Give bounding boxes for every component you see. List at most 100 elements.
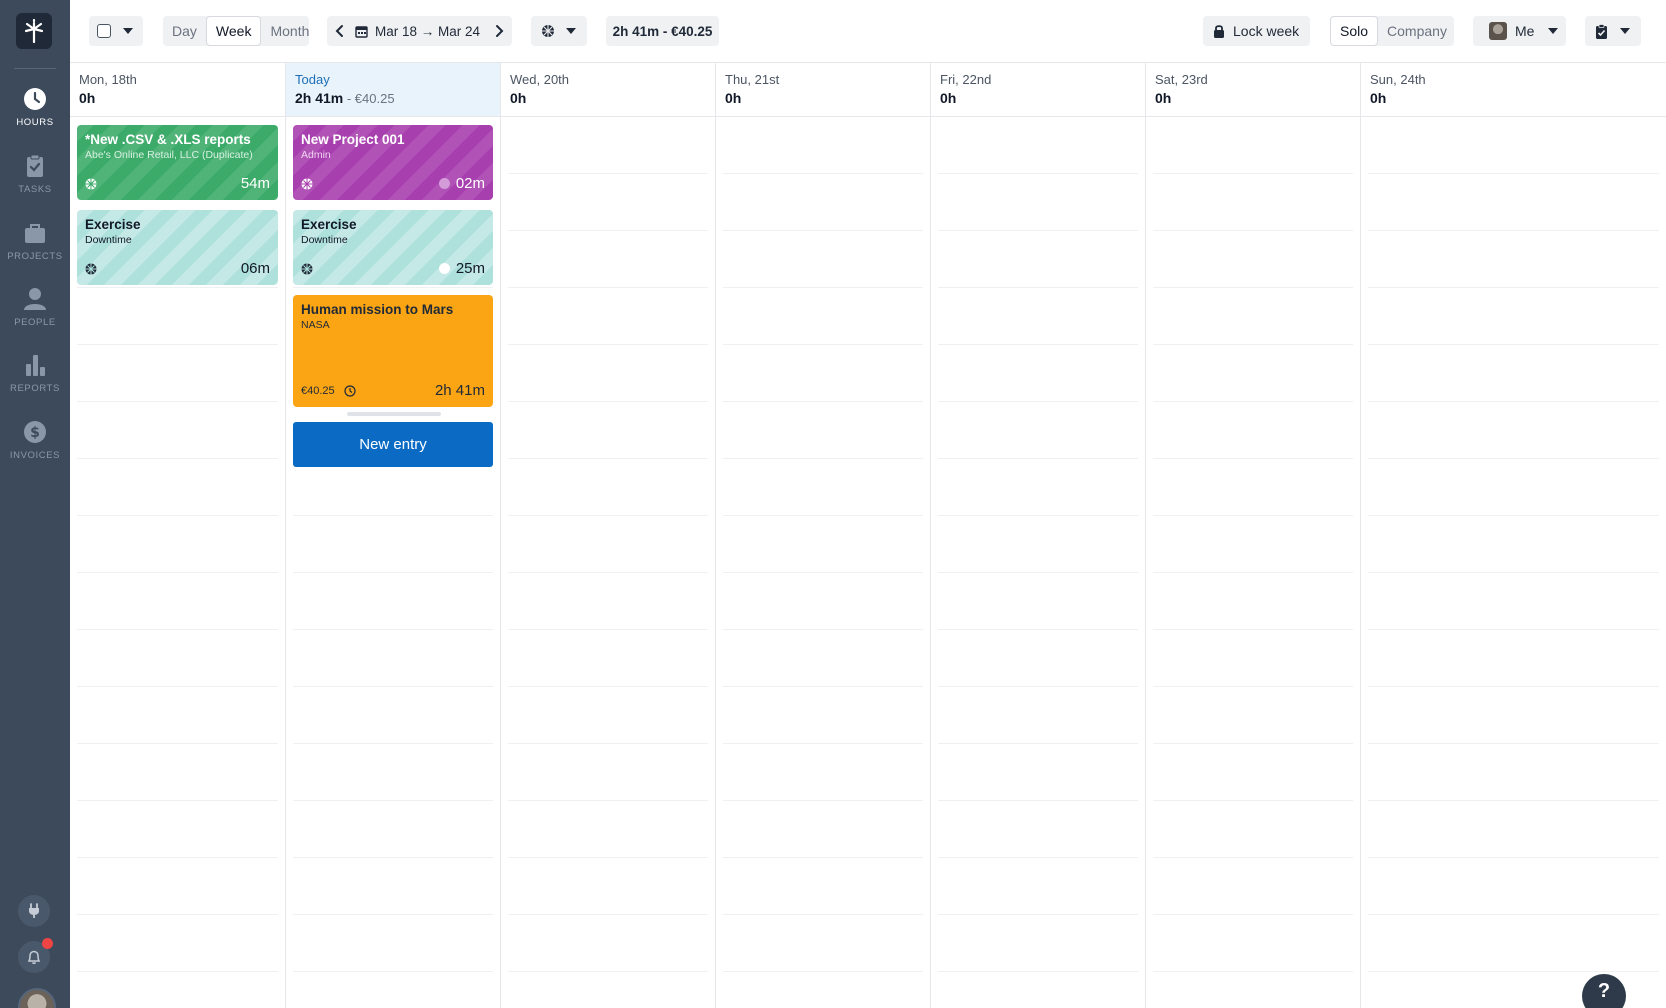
time-entry[interactable]: Exercise Downtime 25m xyxy=(293,210,493,285)
entry-duration: 25m xyxy=(455,260,485,277)
chevron-right-icon xyxy=(496,25,504,37)
sidebar-item-projects[interactable]: PROJECTS xyxy=(0,220,70,262)
tags-icon xyxy=(542,25,554,37)
next-week-button[interactable] xyxy=(486,24,512,38)
sidebar-item-label: TASKS xyxy=(18,184,52,195)
user-avatar[interactable] xyxy=(18,988,56,1008)
chevron-down-icon xyxy=(123,28,133,34)
entry-client: NASA xyxy=(301,319,330,331)
entry-title: Exercise xyxy=(85,217,141,232)
sidebar-item-people[interactable]: PEOPLE xyxy=(0,286,70,328)
sidebar-item-tasks[interactable]: TASKS xyxy=(0,153,70,195)
day-column-fri[interactable]: Fri, 22nd 0h xyxy=(930,63,1145,1008)
new-entry-button[interactable]: New entry xyxy=(293,422,493,467)
entry-client: Downtime xyxy=(301,234,348,246)
scope-solo-button[interactable]: Solo xyxy=(1330,16,1379,46)
entry-duration: 02m xyxy=(455,175,485,192)
entry-footer: 06m xyxy=(85,260,270,277)
notifications-button[interactable] xyxy=(18,938,53,973)
day-column-sun[interactable]: Sun, 24th 0h xyxy=(1360,63,1666,1008)
time-entry[interactable]: Exercise Downtime 06m xyxy=(77,210,278,285)
user-mini-avatar xyxy=(1489,22,1507,40)
time-entry[interactable]: *New .CSV & .XLS reports Abe's Online Re… xyxy=(77,125,278,200)
sidebar-item-reports[interactable]: REPORTS xyxy=(0,352,70,394)
day-name: Thu, 21st xyxy=(725,72,780,87)
entry-footer: €40.25 2h 41m xyxy=(301,382,485,399)
user-selector-dropdown[interactable]: Me xyxy=(1473,16,1566,46)
view-week-button[interactable]: Week xyxy=(205,16,262,46)
day-column-wed[interactable]: Wed, 20th 0h xyxy=(500,63,715,1008)
entry-duration: 2h 41m xyxy=(434,382,485,399)
app-logo[interactable] xyxy=(16,13,52,49)
entry-footer: 54m xyxy=(85,175,270,192)
bulk-select-dropdown[interactable] xyxy=(89,16,143,46)
day-name: Sun, 24th xyxy=(1370,72,1426,87)
sidebar-item-label: PEOPLE xyxy=(14,317,56,328)
sidebar-item-label: INVOICES xyxy=(9,450,61,461)
bar-chart-icon xyxy=(26,355,45,376)
sidebar-divider xyxy=(14,68,56,69)
notification-badge xyxy=(42,938,53,949)
time-slots[interactable] xyxy=(723,117,923,1008)
lock-week-button[interactable]: Lock week xyxy=(1203,16,1310,46)
entry-client: Admin xyxy=(301,149,331,161)
view-day-button[interactable]: Day xyxy=(163,16,206,46)
dollar-icon: $ xyxy=(24,421,46,443)
day-name: Mon, 18th xyxy=(79,72,137,87)
time-entry[interactable]: New Project 001 Admin 02m xyxy=(293,125,493,200)
person-icon xyxy=(24,288,46,310)
day-header: Sat, 23rd 0h xyxy=(1146,63,1360,117)
day-column-sat[interactable]: Sat, 23rd 0h xyxy=(1145,63,1360,1008)
resize-handle[interactable] xyxy=(347,412,441,416)
sidebar-item-hours[interactable]: HOURS xyxy=(0,86,70,128)
time-slots[interactable] xyxy=(938,117,1138,1008)
scope-company-button[interactable]: Company xyxy=(1378,16,1456,46)
entry-duration-wrap: 02m xyxy=(438,175,485,192)
running-indicator xyxy=(438,178,450,189)
entry-duration: 06m xyxy=(240,260,270,277)
chevron-down-icon xyxy=(566,28,576,34)
lock-week-label: Lock week xyxy=(1233,23,1300,39)
day-total: 0h xyxy=(510,90,527,106)
day-column-today[interactable]: Today 2h 41m - €40.25 New Project 001 Ad… xyxy=(285,63,500,1008)
approvals-dropdown[interactable] xyxy=(1585,16,1641,46)
clock-icon xyxy=(344,384,356,397)
integrations-button[interactable] xyxy=(18,895,50,927)
view-switcher: Day Week Month xyxy=(163,16,309,46)
day-total: 0h xyxy=(1370,90,1387,106)
time-slots[interactable] xyxy=(1153,117,1353,1008)
sidebar-item-label: PROJECTS xyxy=(7,251,63,262)
day-column-mon[interactable]: Mon, 18th 0h *New .CSV & .XLS reports Ab… xyxy=(70,63,285,1008)
day-name: Today xyxy=(295,72,330,87)
day-header: Wed, 20th 0h xyxy=(501,63,715,117)
filter-dropdown[interactable] xyxy=(531,16,587,46)
time-entry[interactable]: Human mission to Mars NASA €40.25 2h 41m xyxy=(293,295,493,407)
time-slots[interactable] xyxy=(1368,117,1659,1008)
select-all-checkbox[interactable] xyxy=(97,24,111,38)
day-header: Thu, 21st 0h xyxy=(716,63,930,117)
plug-icon xyxy=(29,903,39,918)
week-total-badge: 2h 41m - €40.25 xyxy=(606,16,719,46)
sidebar-item-label: REPORTS xyxy=(10,383,60,394)
previous-week-button[interactable] xyxy=(327,24,353,38)
date-range-label[interactable]: Mar 18 → Mar 24 xyxy=(375,24,480,39)
time-slots[interactable] xyxy=(508,117,708,1008)
view-month-button[interactable]: Month xyxy=(261,16,318,46)
chevron-down-icon xyxy=(1548,28,1559,34)
entry-title: Human mission to Mars xyxy=(301,302,454,317)
sidebar-item-invoices[interactable]: $ INVOICES xyxy=(0,419,70,461)
day-name: Fri, 22nd xyxy=(940,72,992,87)
day-header: Sun, 24th 0h xyxy=(1361,63,1666,117)
day-column-thu[interactable]: Thu, 21st 0h xyxy=(715,63,930,1008)
day-name: Sat, 23rd xyxy=(1155,72,1208,87)
day-total: 0h xyxy=(940,90,957,106)
entry-title: *New .CSV & .XLS reports xyxy=(85,132,251,147)
day-header: Mon, 18th 0h xyxy=(70,63,285,117)
main-area: Day Week Month Mar 18 → Mar 24 2h 41m - … xyxy=(70,0,1666,1008)
day-name: Wed, 20th xyxy=(510,72,570,87)
entry-client: Downtime xyxy=(85,234,132,246)
tags-icon xyxy=(85,178,97,189)
chevron-down-icon xyxy=(1620,28,1630,34)
toolbar: Day Week Month Mar 18 → Mar 24 2h 41m - … xyxy=(70,0,1666,63)
briefcase-icon xyxy=(25,224,45,243)
